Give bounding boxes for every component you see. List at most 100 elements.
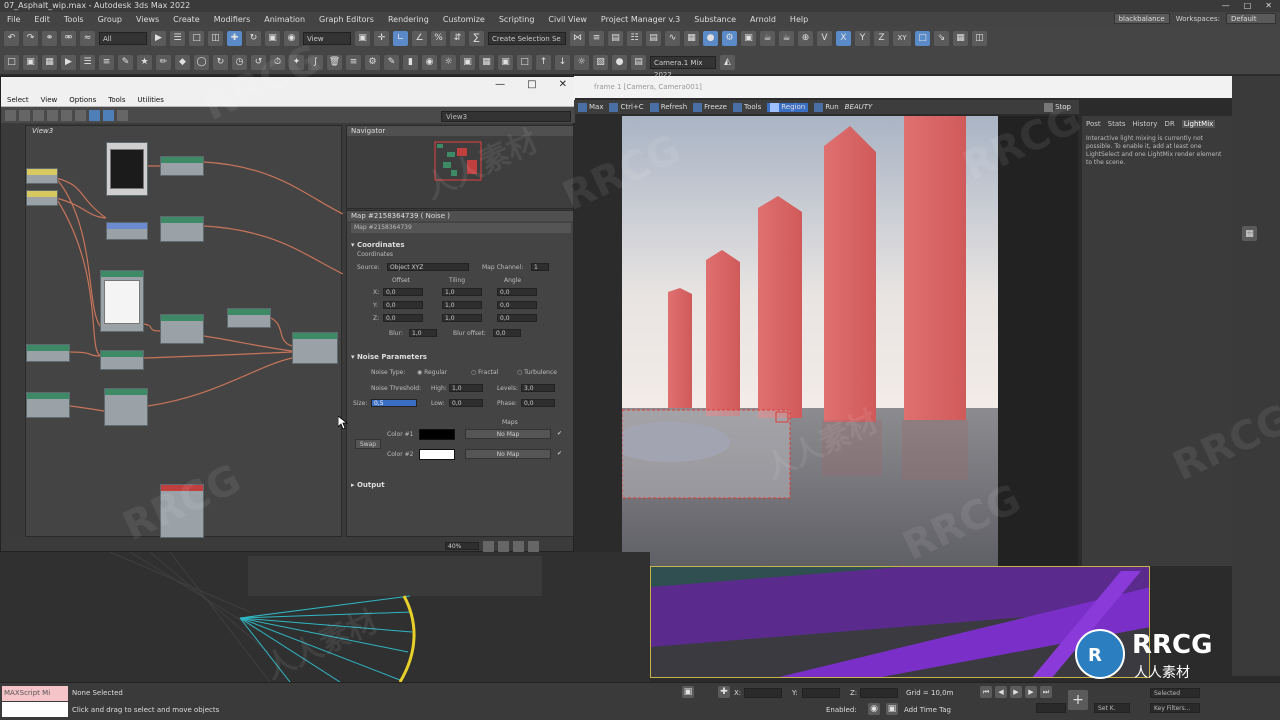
vfb-copy-button[interactable]: Ctrl+C [609,102,644,112]
menu-create[interactable]: Create [166,15,207,24]
menu-substance[interactable]: Substance [687,15,743,24]
offset-y-field[interactable]: 0,0 [383,301,423,309]
time-tag-icon[interactable]: ▣ [886,703,898,715]
ribbon-icon[interactable]: ▤ [646,30,661,46]
spinner-snap-icon[interactable]: ⇵ [450,30,465,46]
grid-icon[interactable]: ▦ [953,30,968,46]
y-coordinate-field[interactable] [802,688,840,698]
node-map-1[interactable] [160,156,204,176]
lightbulb-icon[interactable]: ☼ [441,54,456,70]
maxscript-output[interactable] [2,702,68,717]
layers-icon[interactable]: ☰ [80,54,95,70]
render-production-icon[interactable]: ☕ [760,30,775,46]
wand-icon[interactable]: ✦ [289,54,304,70]
swap-button[interactable]: Swap [355,439,381,449]
menu-tools[interactable]: Tools [57,15,91,24]
stopwatch-icon[interactable]: ⏱ [270,54,285,70]
car-icon[interactable]: ▮ [403,54,418,70]
mirror-icon[interactable]: ⋈ [570,30,585,46]
select-object-icon[interactable]: ▶ [151,30,166,46]
size-field[interactable]: 0,5 [371,399,417,407]
mesh-icon[interactable]: ▧ [593,54,608,70]
node-map-3[interactable] [160,216,204,242]
workspace-dropdown[interactable]: Default [1226,13,1276,24]
low-field[interactable]: 0,0 [449,399,483,407]
tiling-z-field[interactable]: 1,0 [442,314,482,322]
slate-menu-select[interactable]: Select [1,96,35,104]
refresh-icon[interactable]: ↻ [213,54,228,70]
pen-icon[interactable]: ✎ [384,54,399,70]
viewport-layout-icon[interactable]: □ [915,30,930,46]
noise-type-fractal-radio[interactable]: ○ Fractal [471,369,498,376]
offset-x-field[interactable]: 0,0 [383,288,423,296]
lock-selection-icon[interactable]: ▣ [682,686,694,698]
slate-menu-utilities[interactable]: Utilities [132,96,170,104]
circle-tool-icon[interactable]: ◯ [194,54,209,70]
arrow-down-icon[interactable]: ↓ [555,54,570,70]
previous-frame-icon[interactable]: ◀ [995,686,1007,698]
menu-views[interactable]: Views [129,15,166,24]
map-channel-field[interactable]: 1 [531,263,549,271]
material-map-navigator-icon[interactable] [117,109,128,121]
goto-end-icon[interactable]: ⏭ [1040,686,1052,698]
layer-explorer-icon[interactable]: ☷ [627,30,642,46]
light-icon[interactable]: ☼ [574,54,589,70]
viewport-perspective[interactable] [0,551,650,683]
sweep-icon[interactable]: ∫ [308,54,323,70]
pick-material-icon[interactable] [5,109,16,121]
tab-post[interactable]: Post [1086,120,1101,128]
slate-menu-options[interactable]: Options [63,96,102,104]
close-icon[interactable]: ✕ [1265,0,1272,12]
move-icon[interactable]: ✚ [227,30,242,46]
menu-scripting[interactable]: Scripting [492,15,542,24]
add-time-tag-button[interactable]: Add Time Tag [904,706,951,714]
menu-edit[interactable]: Edit [27,15,57,24]
menu-graph-editors[interactable]: Graph Editors [312,15,381,24]
node-map-5[interactable] [160,314,204,344]
node-material-preview-white[interactable] [100,270,144,332]
container-icon[interactable]: ◫ [972,30,987,46]
slate-close-icon[interactable]: ✕ [559,79,567,90]
tab-history[interactable]: History [1133,120,1158,128]
rotate-icon[interactable]: ↻ [246,30,261,46]
node-map-4[interactable] [227,308,271,328]
populate-icon[interactable]: ★ [137,54,152,70]
color-2-swatch[interactable] [419,449,455,460]
show-map-icon[interactable] [75,109,86,121]
unlink-icon[interactable]: ⚮ [61,30,76,46]
blur-field[interactable]: 1,0 [409,329,437,337]
map-name-field[interactable]: Map #2158364739 [351,223,571,233]
named-selection-dropdown[interactable]: Create Selection Se [488,31,566,45]
camera-icon[interactable]: ▣ [498,54,513,70]
zoom-extents-icon[interactable] [528,540,539,552]
vfb-max-button[interactable]: Max [578,102,603,112]
menu-modifiers[interactable]: Modifiers [207,15,258,24]
scale-icon[interactable]: ▣ [265,30,280,46]
levels-field[interactable]: 3,0 [521,384,555,392]
vfb-freeze-button[interactable]: Freeze [693,102,727,112]
undo-icon[interactable]: ↶ [4,30,19,46]
angle-snap-icon[interactable]: ∠ [412,30,427,46]
axis-y-button[interactable]: Y [855,30,870,46]
zoom-region-icon[interactable] [513,540,524,552]
source-dropdown[interactable]: Object XYZ [387,263,469,271]
node-map-8[interactable] [26,392,70,418]
set-key-icon[interactable]: + [1068,690,1088,710]
tab-lightmix[interactable]: LightMix [1181,120,1216,128]
node-material-preview-dark[interactable] [106,142,148,196]
menu-civil-view[interactable]: Civil View [541,15,594,24]
axis-x-button[interactable]: X [836,30,851,46]
graphite-icon[interactable]: ◆ [175,54,190,70]
node-map-2[interactable] [106,222,148,240]
layout-children-icon[interactable] [103,109,114,121]
move-children-icon[interactable] [47,109,58,121]
render-iterative-icon[interactable]: ⊕ [798,30,813,46]
color-2-map-button[interactable]: No Map [465,449,551,459]
image-icon[interactable]: ▣ [460,54,475,70]
vfb-run-button[interactable]: Run [814,102,839,112]
slate-minimize-icon[interactable]: — [495,79,505,90]
node-map-6[interactable] [26,344,70,362]
snap-toggle-icon[interactable]: ∟ [393,30,408,46]
view-tab-dropdown[interactable]: View3 [441,111,571,122]
motion-panel-icon[interactable]: ▶ [61,54,76,70]
